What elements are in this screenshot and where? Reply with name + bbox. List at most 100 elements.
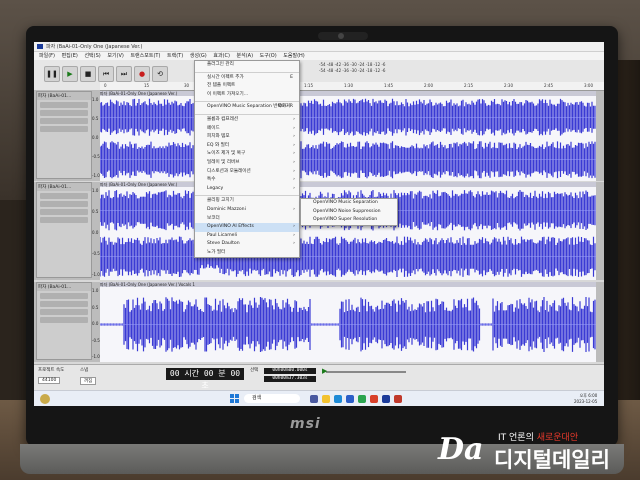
effects-menu-item[interactable]: EQ 와 필터 ›: [195, 142, 299, 151]
project-rate-select[interactable]: 44100: [38, 377, 61, 384]
play-at-speed-icon[interactable]: ▶: [322, 367, 327, 375]
stop-button[interactable]: ■: [80, 66, 96, 82]
effects-button[interactable]: [40, 126, 88, 132]
play-button[interactable]: ▶: [62, 66, 78, 82]
audio-track[interactable]: 파자 (BaAi-01... 1.0 0.5 0.0 -0.5 -1.0 파자 (BaAi-…: [34, 282, 604, 362]
effects-menu-item[interactable]: 디스토션과 모듈레이션 ›: [195, 168, 299, 177]
effects-menu-item[interactable]: 실시간 이펙트 추가 E: [195, 74, 299, 83]
system-clock[interactable]: 오후 6:00 2023-12-05: [574, 393, 597, 404]
gain-slider[interactable]: [40, 201, 88, 207]
menu-generate[interactable]: 생성(G): [190, 52, 207, 60]
scale-label: 0.0: [92, 135, 99, 140]
submenu-arrow-icon: ›: [293, 232, 295, 238]
effects-menu-item[interactable]: 노가 필터: [195, 249, 299, 258]
chrome-icon[interactable]: [358, 395, 366, 403]
openvino-submenu-item[interactable]: OpenVINO Super Resolution: [301, 216, 397, 225]
menu-tracks[interactable]: 트랙(T): [167, 52, 183, 60]
track-name[interactable]: 파자 (BaAi-01...: [37, 283, 91, 291]
menu-item-label: Paul Licameli: [207, 232, 238, 238]
menu-edit[interactable]: 편집(E): [62, 52, 78, 60]
pause-button[interactable]: ❚❚: [44, 66, 60, 82]
menu-tools[interactable]: 도구(O): [260, 52, 277, 60]
pan-slider[interactable]: [40, 209, 88, 215]
snap-select[interactable]: 꺼짐: [80, 377, 97, 385]
menu-help[interactable]: 도움말(H): [283, 52, 304, 60]
laptop-brand-logo: msi: [290, 416, 321, 432]
audio-position-timer[interactable]: 00 시간 00 분 00 초: [166, 368, 244, 390]
effects-menu-item[interactable]: 클리핑 고치기: [195, 197, 299, 206]
effects-menu-item[interactable]: 플러그인 관리: [195, 61, 299, 70]
effects-menu-item[interactable]: 이 이펙트 가져오기...: [195, 91, 299, 100]
pan-slider[interactable]: [40, 118, 88, 124]
record-button[interactable]: ●: [134, 66, 150, 82]
taskbar-search-input[interactable]: 검색: [244, 394, 300, 403]
menu-select[interactable]: 선택(S): [84, 52, 100, 60]
edge-browser-icon[interactable]: [334, 395, 342, 403]
gain-slider[interactable]: [40, 110, 88, 116]
file-explorer-icon[interactable]: [322, 395, 330, 403]
loop-button[interactable]: ⟲: [152, 66, 168, 82]
task-view-icon[interactable]: [310, 395, 318, 403]
waveform-clip[interactable]: 파자 (BaAi-01-Only One (Japanese Ver.): [100, 91, 596, 181]
project-rate-label: 프로젝트 속도: [38, 368, 65, 373]
effects-menu-item[interactable]: OpenVINO AI Effects ›: [195, 223, 299, 232]
effects-button[interactable]: [40, 317, 88, 323]
mute-solo-buttons[interactable]: [40, 193, 88, 199]
effects-menu-item[interactable]: 특수 ›: [195, 176, 299, 185]
menu-item-label: 페이드: [207, 125, 220, 131]
scale-label: 0.5: [92, 209, 99, 214]
office-icon[interactable]: [370, 395, 378, 403]
mute-solo-buttons[interactable]: [40, 102, 88, 108]
app-taskbar-icon[interactable]: [394, 395, 402, 403]
track-control-panel[interactable]: 파자 (BaAi-01...: [36, 182, 92, 278]
audio-track[interactable]: 파자 (BaAi-01... 1.0 0.5 0.0 -0.5 -1.0 파자 (BaAi-…: [34, 91, 604, 181]
track-name[interactable]: 파자 (BaAi-01...: [37, 183, 91, 191]
store-icon[interactable]: [346, 395, 354, 403]
waveform-clip[interactable]: 파자 (BaAi-01-Only One (Japanese Ver.): [100, 182, 596, 280]
selection-end-field[interactable]: 00h00m37.303s: [264, 376, 316, 382]
menu-item-label: 클리핑 고치기: [207, 198, 234, 204]
mute-solo-buttons[interactable]: [40, 293, 88, 299]
track-control-panel[interactable]: 파자 (BaAi-01...: [36, 282, 92, 360]
level-meters[interactable]: -54 -48 -42 -36 -30 -24 -18 -12 -6 -54 -…: [319, 62, 439, 82]
menu-analyze[interactable]: 분석(A): [237, 52, 254, 60]
effects-menu-item[interactable]: 페이드 ›: [195, 125, 299, 134]
timeline-ruler[interactable]: 01530451:001:151:301:452:002:152:302:453…: [100, 82, 604, 91]
amplitude-scale: 1.0 0.5 0.0 -0.5 -1.0: [92, 182, 100, 280]
effects-menu-item[interactable]: Paul Licameli ›: [195, 232, 299, 241]
play-speed-slider[interactable]: [326, 371, 406, 373]
audacity-taskbar-icon[interactable]: [382, 395, 390, 403]
menu-effect[interactable]: 효과(C): [213, 52, 230, 60]
audio-track[interactable]: 파자 (BaAi-01... 1.0 0.5 0.0 -0.5 -1.0 파자 (BaAi-…: [34, 182, 604, 280]
effects-menu-item[interactable]: 보코더: [195, 215, 299, 224]
effects-menu-item[interactable]: Steve Daulton ›: [195, 240, 299, 249]
openvino-submenu-item[interactable]: OpenVINO Music Separation: [301, 199, 397, 208]
effects-menu-item[interactable]: 볼륨과 컴프레션 ›: [195, 116, 299, 125]
effects-menu-item[interactable]: 딜레이 및 리버브 ›: [195, 159, 299, 168]
effects-menu-item[interactable]: Dominic Mazzoni ›: [195, 206, 299, 215]
effects-menu-item[interactable]: 노이즈 제거 및 복구 ›: [195, 150, 299, 159]
effects-button[interactable]: [40, 217, 88, 223]
skip-start-button[interactable]: ⏮: [98, 66, 114, 82]
pan-slider[interactable]: [40, 309, 88, 315]
effects-menu-item[interactable]: OpenVINO Music Separation 반복하기 Ctrl+R: [195, 103, 299, 112]
submenu-arrow-icon: ›: [293, 168, 295, 174]
waveform-clip[interactable]: 파자 (BaAi-01-Only One (Japanese Ver.) Voc…: [100, 282, 596, 362]
effects-menu-dropdown: 플러그인 관리실시간 이펙트 추가 E 전 템플 이펙트 이 이펙트 가져오기... O…: [194, 60, 300, 259]
skip-end-button[interactable]: ⏭: [116, 66, 132, 82]
track-control-panel[interactable]: 파자 (BaAi-01...: [36, 91, 92, 179]
weather-icon[interactable]: [40, 394, 50, 404]
menu-item-label: 실시간 이펙트 추가: [207, 74, 244, 80]
effects-menu-item[interactable]: 피치와 템포 ›: [195, 133, 299, 142]
effects-menu-item[interactable]: 전 템플 이펙트: [195, 82, 299, 91]
menu-transport[interactable]: 트랜스포트(T): [130, 52, 160, 60]
selection-start-field[interactable]: 00h00m00.000s: [264, 368, 316, 374]
menu-file[interactable]: 파일(F): [39, 52, 55, 60]
watermark-tagline: IT 언론의 새로운대안: [498, 430, 578, 443]
openvino-submenu-item[interactable]: OpenVINO Noise Suppression: [301, 208, 397, 217]
track-name[interactable]: 파자 (BaAi-01...: [37, 92, 91, 100]
menu-view[interactable]: 보기(V): [107, 52, 124, 60]
windows-start-icon[interactable]: [230, 394, 239, 403]
effects-menu-item[interactable]: Legacy ›: [195, 185, 299, 194]
gain-slider[interactable]: [40, 301, 88, 307]
